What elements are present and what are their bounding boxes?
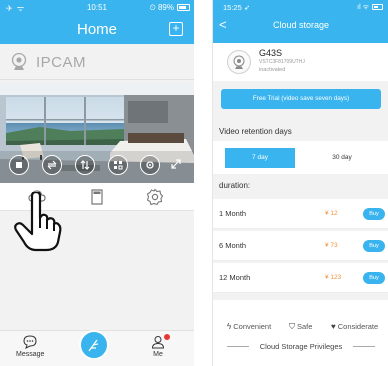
notification-badge: [164, 334, 170, 340]
home-screen: ✈ ᯤ 10:51 ⏲ 89% Home + IPCAM Message Me: [0, 0, 194, 366]
fullscreen-icon[interactable]: [170, 158, 182, 170]
free-trial-button[interactable]: Free Trial (video save seven days): [221, 89, 381, 109]
camera-list-item[interactable]: IPCAM: [0, 44, 194, 80]
battery-icon: [177, 4, 190, 11]
plus-square-icon[interactable]: +: [169, 22, 183, 36]
flip-button[interactable]: [75, 155, 95, 175]
stop-icon: [16, 162, 22, 168]
divider: [353, 346, 375, 347]
page-title: Home: [76, 21, 117, 38]
retention-option-7-day[interactable]: 7 day: [225, 148, 295, 168]
device-status: inactivated: [259, 67, 286, 73]
perk-considerate: ♥ Considerate: [331, 322, 378, 331]
webcam-icon: [227, 50, 251, 74]
camera-name: IPCAM: [36, 54, 87, 71]
camera-preview[interactable]: [0, 83, 194, 183]
retention-label: Video retention days: [219, 127, 292, 136]
tab-message[interactable]: Message: [16, 335, 44, 358]
plan-name: 12 Month: [219, 273, 251, 282]
sd-card-icon[interactable]: [88, 188, 106, 206]
perk-label: Considerate: [337, 322, 379, 331]
perk-safe: ⛉ Safe: [289, 322, 312, 332]
signal-wifi-icon: ıl ᯤ: [357, 4, 369, 11]
shield-icon: ⛉: [289, 322, 295, 331]
status-battery-text: ⏲ 89%: [149, 3, 174, 12]
header: 15:25 ➶ ıl ᯤ < Cloud storage: [213, 0, 388, 43]
mirror-icon: [114, 161, 123, 170]
status-time: 15:25 ➶: [223, 3, 251, 12]
tab-message-label: Message: [16, 351, 45, 358]
perk-convenient: ϟ Convenient: [227, 322, 271, 331]
loop-button[interactable]: [42, 155, 62, 175]
plan-row: 12 Month ¥ 123 Buy: [213, 263, 388, 293]
device-card: G43S VSTC3F81709UTHJ inactivated: [213, 43, 388, 81]
buy-button[interactable]: Buy: [363, 272, 385, 284]
chat-bubble-icon: [23, 335, 37, 349]
settings-icon: [146, 161, 154, 169]
retention-selector: 7 day 30 day: [213, 141, 388, 174]
person-icon: [151, 336, 165, 349]
gear-icon[interactable]: [146, 188, 164, 206]
tab-me-label: Me: [153, 351, 163, 358]
preview-image: [0, 83, 194, 183]
plan-price: ¥ 123: [325, 274, 342, 281]
buy-button[interactable]: Buy: [363, 208, 385, 220]
webcam-icon: [11, 53, 27, 70]
status-bar: ✈ ᯤ 10:51 ⏲ 89%: [0, 0, 194, 16]
lightning-icon: ϟ: [227, 322, 232, 331]
feather-icon: [88, 339, 99, 352]
stop-button[interactable]: [9, 155, 29, 175]
perk-label: Convenient: [233, 322, 272, 331]
perks-section: ϟ Convenient ⛉ Safe ♥ Considerate Cloud Sto…: [213, 300, 388, 366]
cloud-storage-screen: 15:25 ➶ ıl ᯤ < Cloud storage G43S VSTC3F…: [212, 0, 388, 366]
preview-settings-button[interactable]: [140, 155, 160, 175]
heart-icon: ♥: [331, 322, 336, 331]
mirror-button[interactable]: [108, 155, 128, 175]
perk-label: Safe: [297, 322, 313, 331]
pointing-hand-icon: [14, 192, 62, 252]
duration-label: duration:: [219, 181, 251, 190]
loop-icon: [47, 160, 57, 170]
plan-price: ¥ 73: [325, 242, 338, 249]
flip-vertical-icon: [80, 160, 90, 170]
nav-bar: Home +: [0, 16, 194, 44]
device-id: VSTC3F81709UTHJ: [259, 59, 305, 65]
plan-row: 6 Month ¥ 73 Buy: [213, 231, 388, 261]
plan-price: ¥ 12: [325, 210, 338, 217]
plan-name: 6 Month: [219, 241, 247, 250]
page-title: Cloud storage: [272, 20, 330, 30]
battery-icon: [372, 4, 383, 10]
plan-row: 1 Month ¥ 12 Buy: [213, 199, 388, 229]
retention-option-30-day[interactable]: 30 day: [307, 148, 377, 168]
device-name: G43S: [259, 48, 283, 58]
center-action-button[interactable]: [79, 330, 109, 360]
plan-name: 1 Month: [219, 209, 247, 218]
buy-button[interactable]: Buy: [363, 240, 385, 252]
